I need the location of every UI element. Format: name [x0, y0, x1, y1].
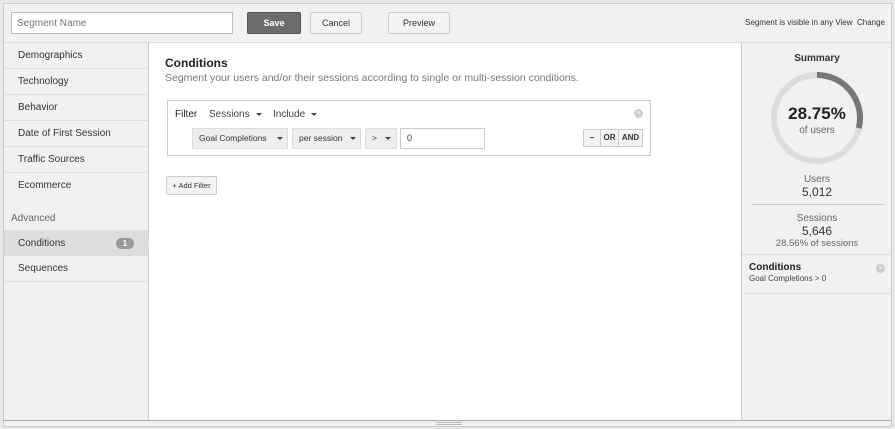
caret-down-icon — [276, 137, 283, 141]
filter-label: Filter — [175, 109, 198, 120]
sidebar: Demographics Technology Behavior Date of… — [4, 43, 156, 420]
remove-filter-icon[interactable]: × — [634, 109, 643, 118]
sidebar-item-ecommerce[interactable]: Ecommerce — [4, 173, 148, 199]
page-subtitle: Segment your users and/or their sessions… — [165, 72, 579, 84]
conditions-panel: Conditions Segment your users and/or the… — [149, 43, 741, 420]
value-input[interactable]: 0 — [400, 128, 485, 149]
operator-dropdown[interactable]: > — [365, 128, 397, 149]
drag-handle-icon[interactable] — [436, 422, 462, 425]
caret-down-icon — [384, 137, 391, 141]
conditions-summary: Conditions Goal Completions > 0 × — [742, 254, 892, 294]
segment-name-input[interactable] — [11, 12, 233, 34]
sidebar-item-label: Conditions — [18, 238, 66, 249]
per-dropdown[interactable]: per session — [292, 128, 361, 149]
conditions-summary-title: Conditions — [749, 262, 802, 273]
segment-editor: Save Cancel Preview Segment is visible i… — [3, 3, 892, 427]
sessions-value: 5,646 — [801, 224, 833, 238]
remove-condition-button[interactable]: – — [583, 129, 601, 147]
or-button[interactable]: OR — [600, 129, 619, 147]
divider — [752, 204, 885, 205]
sessions-percent: 28.56% of sessions — [775, 238, 859, 249]
advanced-label: Advanced — [11, 213, 56, 224]
scope-dropdown[interactable]: Sessions — [209, 109, 262, 120]
dimension-dropdown[interactable]: Goal Completions — [192, 128, 288, 149]
sidebar-item-traffic-sources[interactable]: Traffic Sources — [4, 147, 148, 173]
top-bar: Save Cancel Preview Segment is visible i… — [4, 4, 891, 43]
remove-condition-icon[interactable]: × — [876, 264, 885, 273]
sidebar-item-date-of-first-session[interactable]: Date of First Session — [4, 121, 148, 147]
caret-down-icon — [255, 112, 262, 116]
filter-box: Filter Sessions Include × Goal Completio… — [167, 100, 651, 156]
add-filter-button[interactable]: + Add Filter — [166, 176, 217, 195]
summary-panel: Summary 28.75% of users Users 5,012 Sess… — [741, 43, 892, 420]
sidebar-item-sequences[interactable]: Sequences — [4, 256, 148, 282]
users-label: Users — [803, 174, 831, 185]
sidebar-item-conditions[interactable]: Conditions 1 — [4, 230, 156, 256]
of-users-label: of users — [799, 125, 835, 136]
count-badge: 1 — [116, 238, 134, 249]
sidebar-item-demographics[interactable]: Demographics — [4, 43, 148, 69]
users-value: 5,012 — [801, 185, 833, 199]
resize-bar[interactable] — [4, 420, 891, 426]
and-button[interactable]: AND — [618, 129, 643, 147]
include-dropdown[interactable]: Include — [273, 109, 318, 120]
preview-button[interactable]: Preview — [388, 12, 450, 34]
caret-down-icon — [311, 112, 318, 116]
save-button[interactable]: Save — [247, 12, 301, 34]
sidebar-item-technology[interactable]: Technology — [4, 69, 148, 95]
sidebar-item-behavior[interactable]: Behavior — [4, 95, 148, 121]
visibility-text: Segment is visible in any View — [745, 18, 853, 27]
caret-down-icon — [350, 137, 357, 141]
page-title: Conditions — [165, 56, 228, 70]
summary-title: Summary — [794, 53, 840, 64]
cancel-button[interactable]: Cancel — [310, 12, 362, 34]
sessions-label: Sessions — [796, 213, 838, 224]
change-link[interactable]: Change — [857, 18, 885, 27]
users-percent: 28.75% — [788, 104, 846, 123]
conditions-summary-text: Goal Completions > 0 — [749, 274, 827, 283]
